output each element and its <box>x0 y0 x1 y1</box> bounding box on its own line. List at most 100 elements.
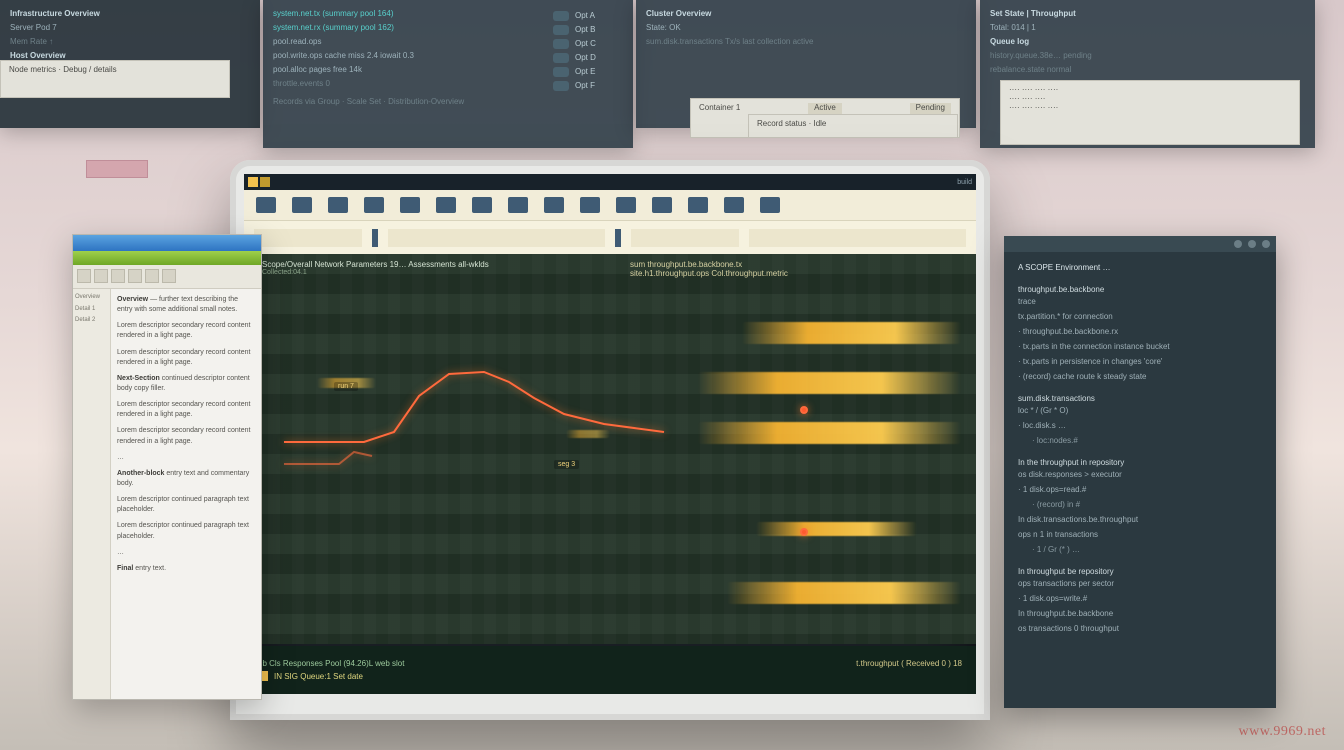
separator-icon <box>372 229 378 247</box>
doc-paragraph: Lorem descriptor continued paragraph tex… <box>117 495 255 515</box>
window-control-icon[interactable] <box>1262 240 1270 248</box>
chart-viewport[interactable]: Scope/Overall Network Parameters 19… Ass… <box>244 254 976 644</box>
log-line: · 1 disk.ops=read.# <box>1018 484 1264 496</box>
chart-tag: seg 3 <box>554 460 579 469</box>
status-secondary: IN SIG Queue:1 Set date <box>258 671 962 681</box>
cell-ref[interactable] <box>254 229 362 247</box>
toolbar-button[interactable] <box>77 269 91 283</box>
log-line: os disk.responses > executor <box>1018 469 1264 481</box>
titlebar-label: build <box>957 179 972 186</box>
panel-b-option[interactable]: Opt C <box>553 38 623 50</box>
window-control-icon[interactable] <box>1248 240 1256 248</box>
log-line: ops transactions per sector <box>1018 578 1264 590</box>
tab-item[interactable] <box>292 197 312 213</box>
log-line: trace <box>1018 296 1264 308</box>
tab-item[interactable] <box>652 197 672 213</box>
panel-b-option[interactable]: Opt A <box>553 10 623 22</box>
tab-item[interactable] <box>328 197 348 213</box>
tab-item[interactable] <box>760 197 780 213</box>
left-window-toolbar <box>73 265 261 289</box>
log-line: In disk.transactions.be.throughput <box>1018 514 1264 526</box>
bg-panel-c-note: Record status · Idle <box>748 114 958 138</box>
section-heading: sum.disk.transactions <box>1018 393 1264 405</box>
log-line: · throughput.be.backbone.rx <box>1018 326 1264 338</box>
left-window-titlebar[interactable] <box>73 235 261 251</box>
formula-bar <box>244 220 976 254</box>
sidebar-item[interactable]: Detail 1 <box>75 305 108 315</box>
doc-paragraph: Lorem descriptor secondary record conten… <box>117 400 255 420</box>
left-window-sidebar: Overview Detail 1 Detail 2 <box>73 289 111 699</box>
toolbar-button[interactable] <box>128 269 142 283</box>
right-window-body[interactable]: A SCOPE Environment … throughput.be.back… <box>1004 252 1276 648</box>
log-line: · (record) cache route k steady state <box>1018 371 1264 383</box>
log-line: · loc:nodes.# <box>1018 435 1264 447</box>
log-line: ops n 1 in transactions <box>1018 529 1264 541</box>
status-text: t.throughput ( Received 0 ) 18 <box>856 659 962 668</box>
doc-paragraph: … <box>117 548 255 558</box>
section-heading: throughput.be.backbone <box>1018 284 1264 296</box>
separator-icon <box>615 229 621 247</box>
log-line: · tx.parts in the connection instance bu… <box>1018 341 1264 353</box>
log-line: In throughput.be.backbone <box>1018 608 1264 620</box>
doc-paragraph: Lorem descriptor continued paragraph tex… <box>117 521 255 541</box>
toolbar-button[interactable] <box>94 269 108 283</box>
tab-item[interactable] <box>724 197 744 213</box>
tab-strip <box>244 190 976 220</box>
titlebar-icons <box>248 177 270 187</box>
app-icon <box>260 177 270 187</box>
panel-b-option[interactable]: Opt E <box>553 66 623 78</box>
sidebar-item[interactable]: Overview <box>75 293 108 303</box>
window-titlebar: build <box>244 174 976 190</box>
doc-paragraph: Final entry text. <box>117 564 255 574</box>
log-line: os transactions 0 throughput <box>1018 623 1264 635</box>
panel-b-option[interactable]: Opt F <box>553 80 623 92</box>
tab-item[interactable] <box>436 197 456 213</box>
section-heading: In throughput be repository <box>1018 566 1264 578</box>
doc-paragraph: Overview — further text describing the e… <box>117 295 255 315</box>
log-line: · tx.parts in persistence in changes 'co… <box>1018 356 1264 368</box>
right-terminal-window: A SCOPE Environment … throughput.be.back… <box>1004 236 1276 708</box>
doc-paragraph: Next-Section continued descriptor conten… <box>117 374 255 394</box>
left-document-window: Overview Detail 1 Detail 2 Overview — fu… <box>72 234 262 700</box>
watermark: www.9969.net <box>1238 724 1326 740</box>
tab-item[interactable] <box>364 197 384 213</box>
monitor-screen: build <box>244 174 976 694</box>
cell-aux[interactable] <box>631 229 739 247</box>
panel-b-option[interactable]: Opt D <box>553 52 623 64</box>
toolbar-button[interactable] <box>111 269 125 283</box>
chart-tag: run 7 <box>334 382 358 391</box>
tab-item[interactable] <box>616 197 636 213</box>
monitor-frame: build <box>230 160 990 720</box>
log-line: tx.partition.* for connection <box>1018 311 1264 323</box>
log-line: · 1 / Gr (* ) … <box>1018 544 1264 556</box>
formula-input[interactable] <box>388 229 605 247</box>
left-window-document[interactable]: Overview — further text describing the e… <box>111 289 261 699</box>
app-icon <box>248 177 258 187</box>
panel-b-option[interactable]: Opt B <box>553 24 623 36</box>
window-control-icon[interactable] <box>1234 240 1242 248</box>
tab-item[interactable] <box>544 197 564 213</box>
left-window-menubar[interactable] <box>73 251 261 265</box>
toolbar-button[interactable] <box>145 269 159 283</box>
section-heading: In the throughput in repository <box>1018 457 1264 469</box>
toolbar-button[interactable] <box>162 269 176 283</box>
bg-panel-a-note: Node metrics · Debug / details <box>0 60 230 98</box>
log-line: loc * / (Gr * O) <box>1018 405 1264 417</box>
log-line: · (record) in # <box>1018 499 1264 511</box>
status-bar: db Cls Responses Pool (94.26)L web slot … <box>244 646 976 694</box>
log-line: · loc.disk.s … <box>1018 420 1264 432</box>
tab-item[interactable] <box>580 197 600 213</box>
tab-item[interactable] <box>472 197 492 213</box>
doc-paragraph: Another-block entry text and commentary … <box>117 469 255 489</box>
tab-item[interactable] <box>256 197 276 213</box>
log-line: · 1 disk.ops=write.# <box>1018 593 1264 605</box>
tab-item[interactable] <box>508 197 528 213</box>
tab-item[interactable] <box>688 197 708 213</box>
right-window-heading: A SCOPE Environment … <box>1018 262 1264 274</box>
status-text: db Cls Responses Pool (94.26)L web slot <box>258 659 404 668</box>
cell-aux[interactable] <box>749 229 966 247</box>
doc-paragraph: Lorem descriptor secondary record conten… <box>117 426 255 446</box>
sidebar-item[interactable]: Detail 2 <box>75 316 108 326</box>
right-window-titlebar[interactable] <box>1004 236 1276 252</box>
tab-item[interactable] <box>400 197 420 213</box>
